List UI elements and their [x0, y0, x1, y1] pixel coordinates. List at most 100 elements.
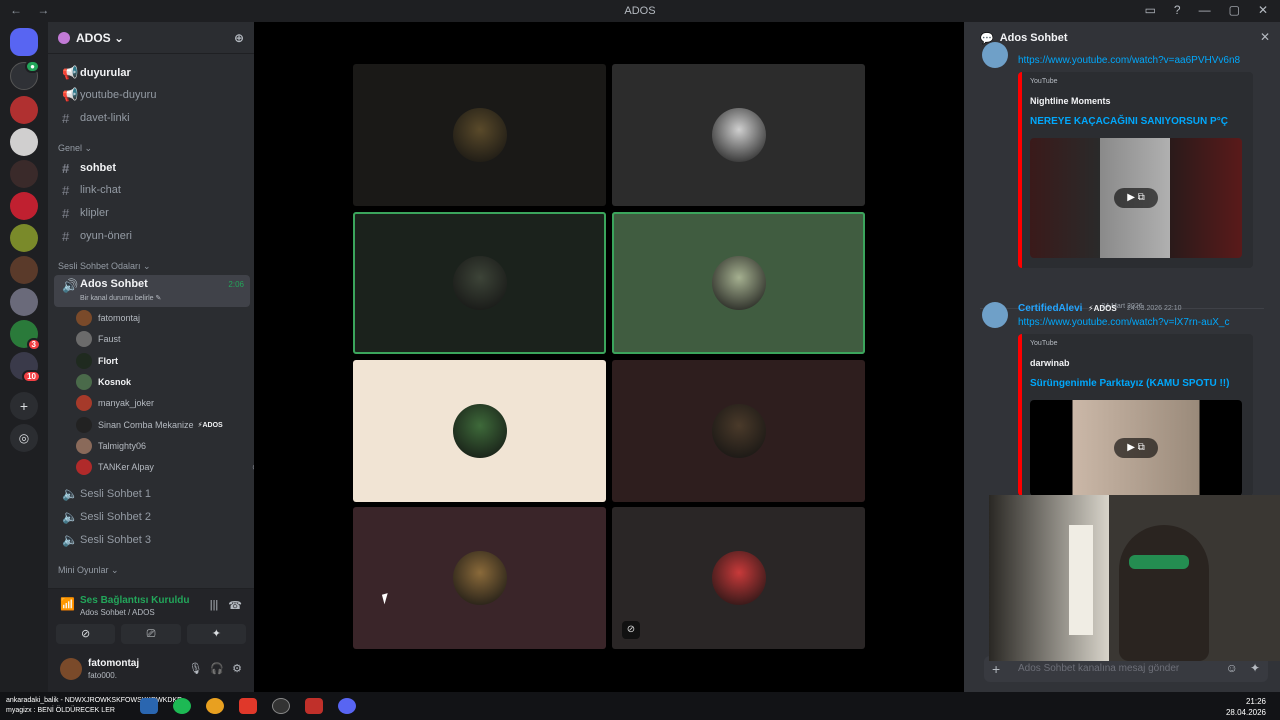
- server-icon[interactable]: [10, 96, 38, 124]
- server-icon[interactable]: [10, 288, 38, 316]
- channel-davet-linki[interactable]: # davet-linki: [54, 107, 250, 129]
- message-link[interactable]: https://www.youtube.com/watch?v=aa6PVHVv…: [1018, 55, 1240, 66]
- channel-status[interactable]: Bir kanal durumu belirle ✎: [80, 294, 161, 302]
- channel-youtube-duyuru[interactable]: 📢 youtube-duyuru: [54, 84, 250, 106]
- embed-provider: YouTube: [1030, 78, 1058, 85]
- voice-user[interactable]: manyak_joker: [76, 393, 154, 413]
- close-icon[interactable]: ✕: [1260, 30, 1270, 44]
- embed-author[interactable]: Nightline Moments: [1030, 96, 1111, 106]
- activities-button[interactable]: ✦: [186, 624, 246, 644]
- server-icon[interactable]: [10, 128, 38, 156]
- voice-channel-sesli-3[interactable]: 🔈 Sesli Sohbet 3: [54, 529, 250, 551]
- participant-tile[interactable]: [353, 64, 606, 206]
- signal-icon[interactable]: 📶: [60, 597, 75, 611]
- user-name[interactable]: fatomontaj: [88, 658, 139, 669]
- camera-off-button[interactable]: ⊘: [56, 624, 116, 644]
- hash-icon: #: [62, 228, 70, 244]
- message-link[interactable]: https://www.youtube.com/watch?v=lX7rn-au…: [1018, 317, 1230, 328]
- video-thumbnail[interactable]: ▶ ⧉: [1030, 138, 1242, 258]
- participant-tile[interactable]: [612, 64, 865, 206]
- microphone-icon[interactable]: 🎙: [188, 662, 202, 675]
- participant-tile[interactable]: [612, 212, 865, 354]
- avatar: [76, 310, 92, 326]
- server-icon[interactable]: [10, 224, 38, 252]
- avatar: [76, 352, 92, 369]
- message-author[interactable]: CertifiedAlevi: [1018, 303, 1082, 314]
- emoji-icon[interactable]: ☺: [1226, 661, 1238, 675]
- voice-user[interactable]: Kosnok: [76, 372, 131, 392]
- voice-channel-ados-sohbet[interactable]: 🔊 Ados Sohbet 2:06 Bir kanal durumu beli…: [54, 275, 250, 307]
- system-clock[interactable]: 21:26 28.04.2026: [1226, 696, 1266, 718]
- help-icon[interactable]: ?: [1174, 3, 1181, 17]
- spotify-icon[interactable]: [173, 698, 191, 714]
- channel-klipler[interactable]: # klipler: [54, 202, 250, 224]
- voice-location[interactable]: Ados Sohbet / ADOS: [80, 608, 155, 617]
- apps-icon[interactable]: ✦: [1250, 661, 1260, 675]
- embed-title[interactable]: Sürüngenimle Parktayız (KAMU SPOTU !!): [1030, 378, 1229, 389]
- voice-user[interactable]: fatomontaj: [76, 308, 140, 328]
- file-explorer-icon[interactable]: [140, 698, 158, 714]
- voice-status[interactable]: Ses Bağlantısı Kuruldu: [80, 595, 189, 606]
- voice-user[interactable]: Faust: [76, 329, 121, 349]
- settings-gear-icon[interactable]: ⚙: [232, 662, 242, 675]
- attach-plus-icon[interactable]: +: [992, 661, 1000, 677]
- avatar: [76, 373, 92, 390]
- close-button[interactable]: ✕: [1258, 3, 1268, 17]
- minimize-button[interactable]: —: [1199, 3, 1211, 17]
- avatar[interactable]: [982, 302, 1008, 328]
- screen-share-button[interactable]: ⎚: [121, 624, 181, 644]
- message-input[interactable]: Ados Sohbet kanalına mesaj gönder: [1018, 663, 1179, 674]
- add-server-icon[interactable]: +: [10, 392, 38, 420]
- participant-tile[interactable]: [612, 360, 865, 502]
- play-icon[interactable]: ▶ ⧉: [1114, 438, 1158, 458]
- server-icon[interactable]: 3: [10, 320, 41, 351]
- hash-icon: #: [62, 205, 70, 221]
- participant-tile[interactable]: ⊘: [612, 507, 865, 649]
- discord-icon[interactable]: [338, 698, 356, 714]
- taskbar: ankaradaki_balik - NDWXJROWKSKFOWSKKDWKD…: [0, 692, 1280, 720]
- voice-user[interactable]: Sinan Comba Mekanize ⚡ADOS: [76, 415, 223, 435]
- chrome-icon[interactable]: [206, 698, 224, 714]
- inbox-icon[interactable]: ▭: [1145, 3, 1156, 17]
- category-mini-oyunlar[interactable]: Mini Oyunlar ⌄: [58, 565, 119, 576]
- brave-icon[interactable]: [239, 698, 257, 714]
- play-icon[interactable]: ▶ ⧉: [1114, 188, 1158, 208]
- maximize-button[interactable]: ▢: [1229, 3, 1240, 17]
- voice-user[interactable]: Talmighty06: [76, 436, 146, 456]
- server-ados-icon[interactable]: ●: [10, 60, 40, 90]
- noise-suppression-icon[interactable]: |||: [210, 599, 219, 612]
- avatar[interactable]: [982, 42, 1008, 68]
- voice-user[interactable]: Flort: [76, 351, 118, 371]
- channel-link-chat[interactable]: # link-chat: [54, 179, 250, 201]
- role-badge: ⚡ADOS: [197, 421, 223, 429]
- server-header[interactable]: ADOS ⌄ ⊕: [48, 22, 254, 54]
- server-icon[interactable]: [10, 160, 38, 188]
- participant-tile[interactable]: [353, 360, 606, 502]
- participant-tile[interactable]: [353, 212, 606, 354]
- participant-tile[interactable]: [353, 507, 606, 649]
- discord-home-icon[interactable]: [10, 28, 38, 56]
- role-badge: ⚡ADOS: [1088, 304, 1117, 313]
- app-icon[interactable]: [305, 698, 323, 714]
- channel-duyurular[interactable]: 📢 duyurular: [54, 62, 250, 84]
- headphones-icon[interactable]: 🎧: [210, 662, 224, 675]
- channel-sohbet[interactable]: # sohbet: [54, 157, 250, 179]
- category-sesli[interactable]: Sesli Sohbet Odaları ⌄: [58, 261, 151, 272]
- category-genel[interactable]: Genel ⌄: [58, 143, 92, 154]
- server-icon[interactable]: [10, 192, 38, 220]
- video-thumbnail[interactable]: ▶ ⧉: [1030, 400, 1242, 496]
- server-icon[interactable]: [10, 256, 38, 284]
- discover-icon[interactable]: ◎: [10, 424, 38, 452]
- obs-icon[interactable]: [272, 698, 290, 714]
- channel-oyun-oneri[interactable]: # oyun-öneri: [54, 225, 250, 247]
- channel-sidebar: ADOS ⌄ ⊕ 📢 duyurular 📢 youtube-duyuru # dav…: [48, 22, 260, 692]
- server-icon[interactable]: 10: [10, 352, 41, 383]
- embed-author[interactable]: darwinab: [1030, 358, 1070, 368]
- voice-user[interactable]: TANKer Alpay⊘: [76, 457, 260, 477]
- disconnect-icon[interactable]: ☎: [228, 599, 242, 612]
- voice-channel-sesli-2[interactable]: 🔈 Sesli Sohbet 2: [54, 506, 250, 528]
- avatar[interactable]: [60, 658, 82, 680]
- add-member-icon[interactable]: ⊕: [234, 31, 244, 45]
- embed-title[interactable]: NEREYE KAÇACAĞINI SANIYORSUN P°Ç: [1030, 116, 1228, 127]
- voice-channel-sesli-1[interactable]: 🔈 Sesli Sohbet 1: [54, 483, 250, 505]
